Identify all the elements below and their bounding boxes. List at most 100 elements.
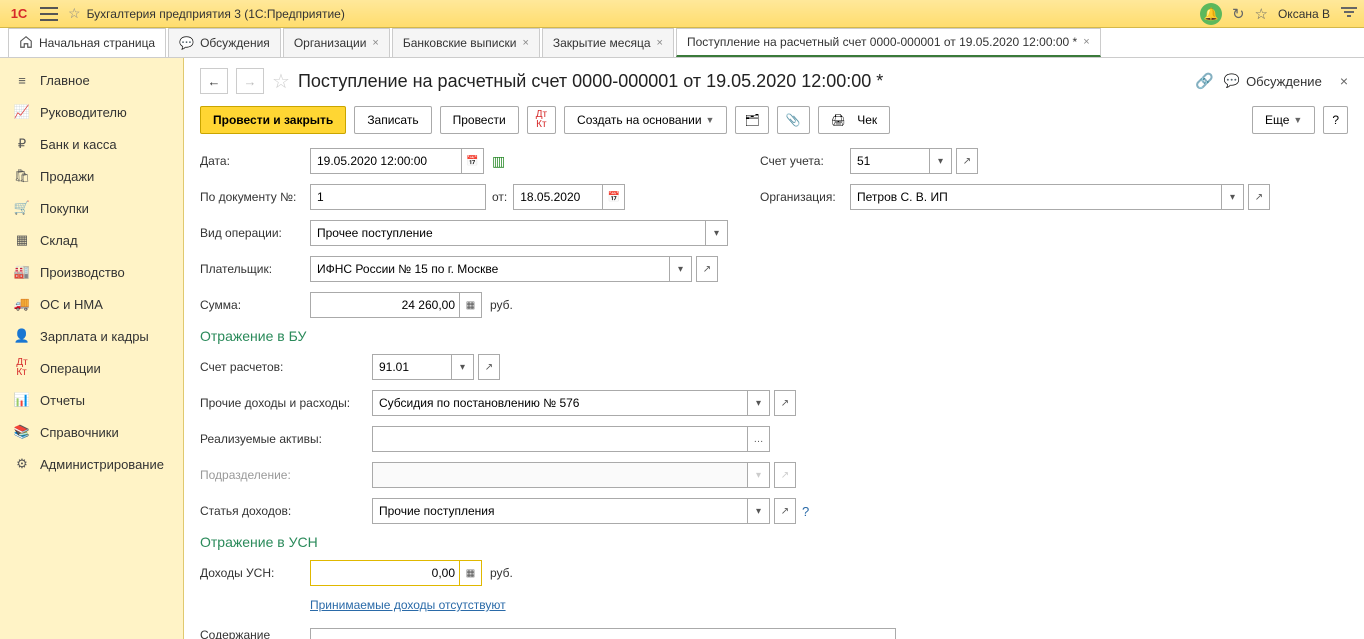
from-date-input[interactable] — [513, 184, 603, 210]
tab-bank[interactable]: Банковские выписки × — [392, 28, 540, 57]
sidebar-item-osnma[interactable]: 🚚ОС и НМА — [0, 288, 183, 320]
sidebar-item-salary[interactable]: 👤Зарплата и кадры — [0, 320, 183, 352]
settings-icon[interactable] — [1340, 7, 1358, 21]
calc-acc-input[interactable] — [372, 354, 452, 380]
write-button[interactable]: Записать — [354, 106, 431, 134]
chevron-down-icon[interactable]: ▾ — [1222, 184, 1244, 210]
post-and-close-button[interactable]: Провести и закрыть — [200, 106, 346, 134]
open-icon[interactable]: ↗ — [956, 148, 978, 174]
link-icon[interactable]: 🔗 — [1195, 72, 1214, 90]
books-icon: 📚 — [14, 424, 30, 440]
sidebar-item-admin[interactable]: ⚙Администрирование — [0, 448, 183, 480]
forward-button[interactable]: → — [236, 68, 264, 94]
chevron-down-icon[interactable]: ▾ — [748, 498, 770, 524]
docnum-label: По документу №: — [200, 190, 310, 204]
notifications-icon[interactable]: 🔔 — [1200, 3, 1222, 25]
sidebar-item-purchases[interactable]: 🛒Покупки — [0, 192, 183, 224]
open-icon[interactable]: ↗ — [478, 354, 500, 380]
sidebar-item-bank[interactable]: ₽Банк и касса — [0, 128, 183, 160]
sidebar-label: Покупки — [40, 201, 89, 216]
sidebar-label: Главное — [40, 73, 90, 88]
account-input[interactable] — [850, 148, 930, 174]
receipt-icon: 🖨 — [831, 113, 846, 127]
chat-icon: 💬 — [1224, 73, 1240, 89]
tabbar: Начальная страница 💬 Обсуждения Организа… — [0, 28, 1364, 58]
more-button[interactable]: Еще▼ — [1252, 106, 1315, 134]
chevron-down-icon[interactable]: ▾ — [670, 256, 692, 282]
open-icon[interactable]: ↗ — [774, 390, 796, 416]
docnum-input[interactable] — [310, 184, 486, 210]
post-button[interactable]: Провести — [440, 106, 519, 134]
calc-icon[interactable]: ▦ — [460, 292, 482, 318]
chevron-down-icon: ▼ — [706, 115, 715, 125]
attach-button[interactable]: 📎 — [777, 106, 810, 134]
tab-discuss[interactable]: 💬 Обсуждения — [168, 28, 281, 57]
open-icon[interactable]: ↗ — [774, 498, 796, 524]
chevron-down-icon[interactable]: ▾ — [706, 220, 728, 246]
favorites-icon[interactable]: ☆ — [1255, 5, 1268, 23]
calendar-icon[interactable]: 📅 — [603, 184, 625, 210]
tab-document[interactable]: Поступление на расчетный счет 0000-00000… — [676, 28, 1101, 57]
calc-icon[interactable]: ▦ — [460, 560, 482, 586]
section-usn-title: Отражение в УСН — [200, 534, 920, 550]
chevron-down-icon[interactable]: ▾ — [452, 354, 474, 380]
create-based-button[interactable]: Создать на основании▼ — [564, 106, 727, 134]
chevron-down-icon[interactable]: ▾ — [930, 148, 952, 174]
help-icon[interactable]: ? — [802, 504, 809, 519]
tab-month[interactable]: Закрытие месяца × — [542, 28, 674, 57]
income-item-label: Статья доходов: — [200, 504, 372, 518]
optype-input[interactable] — [310, 220, 706, 246]
sidebar-label: Банк и касса — [40, 137, 117, 152]
related-button[interactable]: 🗂 — [735, 106, 768, 134]
sidebar-item-sales[interactable]: 🛍Продажи — [0, 160, 183, 192]
usn-note-link[interactable]: Принимаемые доходы отсутствуют — [310, 598, 506, 612]
history-icon[interactable]: ↻ — [1232, 5, 1245, 23]
receipt-label: Чек — [857, 113, 877, 127]
back-button[interactable]: ← — [200, 68, 228, 94]
other-inc-input[interactable] — [372, 390, 748, 416]
help-button[interactable]: ? — [1323, 106, 1348, 134]
currency-label: руб. — [490, 566, 513, 580]
sidebar-label: ОС и НМА — [40, 297, 103, 312]
chevron-down-icon[interactable]: ▾ — [748, 390, 770, 416]
ellipsis-icon[interactable]: … — [748, 426, 770, 452]
sidebar-item-production[interactable]: 🏭Производство — [0, 256, 183, 288]
tab-orgs[interactable]: Организации × — [283, 28, 390, 57]
open-icon[interactable]: ↗ — [696, 256, 718, 282]
discussion-button[interactable]: 💬 Обсуждение — [1224, 73, 1322, 89]
kudir-input[interactable] — [310, 628, 896, 639]
discuss-label: Обсуждение — [1246, 74, 1322, 89]
user-name[interactable]: Оксана В — [1278, 7, 1330, 21]
tab-label: Обсуждения — [200, 36, 270, 50]
sum-input[interactable] — [310, 292, 460, 318]
favorite-star-icon[interactable]: ☆ — [272, 69, 290, 94]
close-icon[interactable]: × — [657, 37, 663, 49]
close-icon[interactable]: × — [1083, 36, 1089, 48]
sidebar-item-manager[interactable]: 📈Руководителю — [0, 96, 183, 128]
tab-home[interactable]: Начальная страница — [8, 28, 166, 57]
date-input[interactable] — [310, 148, 462, 174]
sidebar-item-operations[interactable]: ДтКтОперации — [0, 352, 183, 384]
payer-input[interactable] — [310, 256, 670, 282]
income-item-input[interactable] — [372, 498, 748, 524]
dtkt-button[interactable]: ДтКт — [527, 106, 556, 134]
calendar-icon[interactable]: 📅 — [462, 148, 484, 174]
main-menu-icon[interactable] — [40, 7, 58, 21]
sidebar-item-main[interactable]: ≡Главное — [0, 64, 183, 96]
sidebar-label: Производство — [40, 265, 125, 280]
close-icon[interactable]: × — [372, 37, 378, 49]
sidebar-label: Справочники — [40, 425, 119, 440]
sum-label: Сумма: — [200, 298, 310, 312]
main-content: ← → ☆ Поступление на расчетный счет 0000… — [184, 58, 1364, 639]
sidebar-item-reports[interactable]: 📊Отчеты — [0, 384, 183, 416]
receipt-button[interactable]: 🖨 Чек — [818, 106, 891, 134]
favorite-star-icon[interactable]: ☆ — [68, 5, 81, 22]
assets-input[interactable] — [372, 426, 748, 452]
open-icon[interactable]: ↗ — [1248, 184, 1270, 210]
usn-income-input[interactable] — [310, 560, 460, 586]
sidebar-item-catalogs[interactable]: 📚 Справочники — [0, 416, 183, 448]
close-icon[interactable]: × — [522, 37, 528, 49]
org-input[interactable] — [850, 184, 1222, 210]
close-icon[interactable]: × — [1340, 73, 1348, 89]
sidebar-item-warehouse[interactable]: ▦Склад — [0, 224, 183, 256]
